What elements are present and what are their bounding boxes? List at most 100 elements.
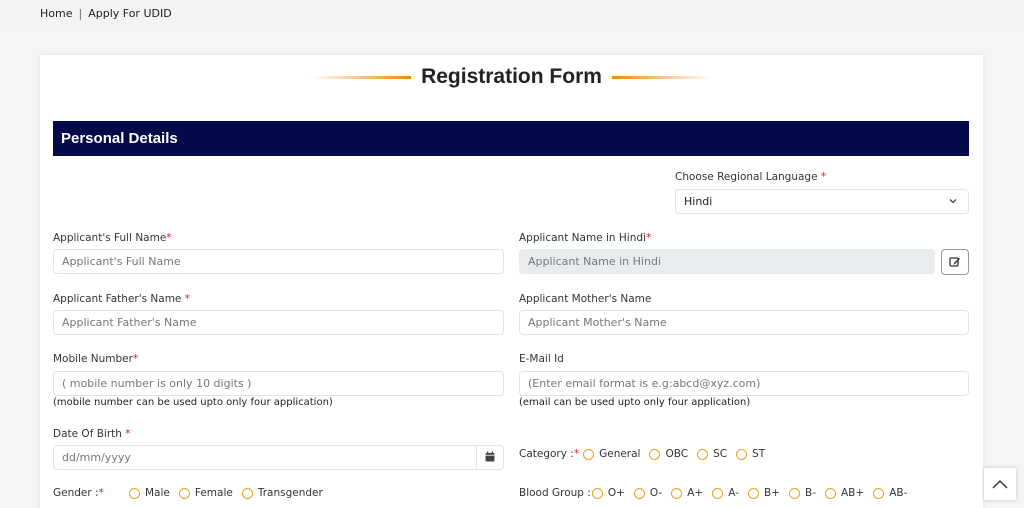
blood-group-radio-group: Blood Group : O+ O- A+ A- B+ B- AB+ AB- [519, 487, 916, 499]
calendar-icon [485, 451, 495, 465]
radio-circle[interactable] [129, 487, 140, 499]
email-label: E-Mail Id [519, 353, 564, 365]
label-text: Mobile Number [53, 353, 133, 365]
blood-group-radio-a-pos[interactable]: A+ [671, 487, 703, 499]
title-decoration-right [611, 75, 712, 79]
category-radio-sc[interactable]: SC [697, 448, 727, 460]
label-text: Gender : [53, 487, 99, 499]
father-name-label: Applicant Father's Name * [53, 293, 190, 305]
radio-circle[interactable] [789, 487, 800, 499]
radio-circle[interactable] [633, 487, 645, 499]
radio-circle[interactable] [825, 487, 836, 499]
radio-label: AB+ [841, 487, 865, 499]
radio-label: AB- [889, 487, 908, 499]
chevron-down-icon [948, 196, 958, 209]
gender-radio-transgender[interactable]: Transgender [241, 487, 323, 499]
radio-label: O- [649, 487, 663, 499]
full-name-input[interactable]: Applicant's Full Name [53, 249, 504, 274]
radio-circle[interactable] [649, 448, 661, 460]
dob-label: Date Of Birth * [53, 428, 131, 440]
blood-group-radio-ab-pos[interactable]: AB+ [825, 487, 864, 499]
radio-circle[interactable] [583, 448, 595, 460]
mother-name-input[interactable]: Applicant Mother's Name [519, 310, 969, 335]
label-text: Applicant Name in Hindi [519, 232, 646, 244]
breadcrumb-current[interactable]: Apply For UDID [88, 7, 171, 20]
radio-circle[interactable] [873, 487, 885, 499]
blood-group-radio-b-neg[interactable]: B- [789, 487, 816, 499]
breadcrumb-home-link[interactable]: Home [40, 7, 72, 20]
category-radio-st[interactable]: ST [736, 448, 765, 460]
radio-label: Male [145, 487, 170, 499]
radio-label: B+ [763, 487, 780, 499]
form-title-row: Registration Form [40, 65, 983, 89]
category-radio-general[interactable]: General [583, 448, 640, 460]
required-marker: * [166, 232, 172, 244]
radio-label: OBC [665, 448, 689, 460]
required-marker: * [125, 428, 131, 440]
radio-label: A+ [687, 487, 704, 499]
mother-name-label: Applicant Mother's Name [519, 293, 652, 305]
radio-label: General [599, 448, 641, 460]
mobile-help-text: (mobile number can be used upto only fou… [53, 397, 333, 408]
scroll-to-top-button[interactable] [984, 468, 1016, 500]
radio-circle[interactable] [736, 448, 748, 460]
blood-group-radio-o-neg[interactable]: O- [633, 487, 663, 499]
radio-circle[interactable] [241, 487, 253, 499]
radio-label: ST [752, 448, 766, 460]
father-name-input[interactable]: Applicant Father's Name [53, 310, 504, 335]
dob-placeholder: dd/mm/yyyy [62, 451, 131, 464]
page-title: Registration Form [421, 65, 602, 88]
radio-label: SC [713, 448, 728, 460]
label-text: Date Of Birth [53, 428, 122, 440]
radio-circle[interactable] [178, 487, 190, 499]
title-decoration-left [311, 75, 412, 79]
chevron-up-icon [991, 475, 1009, 494]
required-marker: * [132, 353, 139, 365]
required-marker: * [573, 448, 580, 460]
category-label: Category :* [519, 448, 579, 460]
mobile-label: Mobile Number* [53, 353, 138, 365]
blood-group-radio-o-pos[interactable]: O+ [591, 487, 625, 499]
edit-hindi-name-button[interactable] [941, 249, 969, 275]
radio-circle[interactable] [697, 448, 709, 460]
blood-group-radio-b-pos[interactable]: B+ [747, 487, 780, 499]
section-header-personal-details: Personal Details [53, 121, 969, 156]
category-radio-group: Category :* General OBC SC ST [519, 448, 774, 460]
email-help-text: (email can be used upto only four applic… [519, 397, 751, 408]
calendar-button[interactable] [476, 446, 503, 469]
radio-circle[interactable] [671, 487, 683, 499]
label-text: Choose Regional Language [675, 171, 818, 183]
email-input[interactable]: (Enter email format is e.g:abcd@xyz.com) [519, 371, 969, 396]
edit-icon [949, 253, 961, 272]
radio-label: O+ [607, 487, 625, 499]
radio-label: Female [194, 487, 233, 499]
hindi-name-label: Applicant Name in Hindi* [519, 232, 651, 244]
breadcrumb: Home | Apply For UDID [0, 0, 1024, 26]
mobile-input[interactable]: ( mobile number is only 10 digits ) [53, 371, 504, 396]
regional-language-select[interactable]: Hindi [675, 189, 969, 214]
radio-circle[interactable] [591, 487, 603, 499]
radio-label: A- [728, 487, 739, 499]
hindi-name-input: Applicant Name in Hindi [519, 249, 935, 274]
label-text: Category : [519, 448, 574, 460]
selected-value: Hindi [684, 195, 713, 208]
gender-radio-male[interactable]: Male [129, 487, 170, 499]
gender-label: Gender :* [53, 487, 125, 499]
required-marker: * [645, 232, 652, 244]
breadcrumb-separator: | [78, 6, 83, 20]
blood-group-radio-ab-neg[interactable]: AB- [873, 487, 907, 499]
category-radio-obc[interactable]: OBC [649, 448, 688, 460]
radio-circle[interactable] [747, 487, 759, 499]
label-text: Applicant's Full Name [53, 232, 167, 244]
blood-group-label: Blood Group : [519, 487, 591, 499]
blood-group-radio-a-neg[interactable]: A- [712, 487, 739, 499]
gender-radio-female[interactable]: Female [178, 487, 233, 499]
dob-input[interactable]: dd/mm/yyyy [53, 445, 504, 470]
radio-circle[interactable] [712, 487, 724, 499]
radio-label: B- [805, 487, 816, 499]
required-marker: * [98, 487, 104, 499]
required-marker: * [820, 171, 827, 183]
regional-language-label: Choose Regional Language * [675, 171, 826, 183]
label-text: Applicant Father's Name [53, 293, 182, 305]
full-name-label: Applicant's Full Name* [53, 232, 172, 244]
